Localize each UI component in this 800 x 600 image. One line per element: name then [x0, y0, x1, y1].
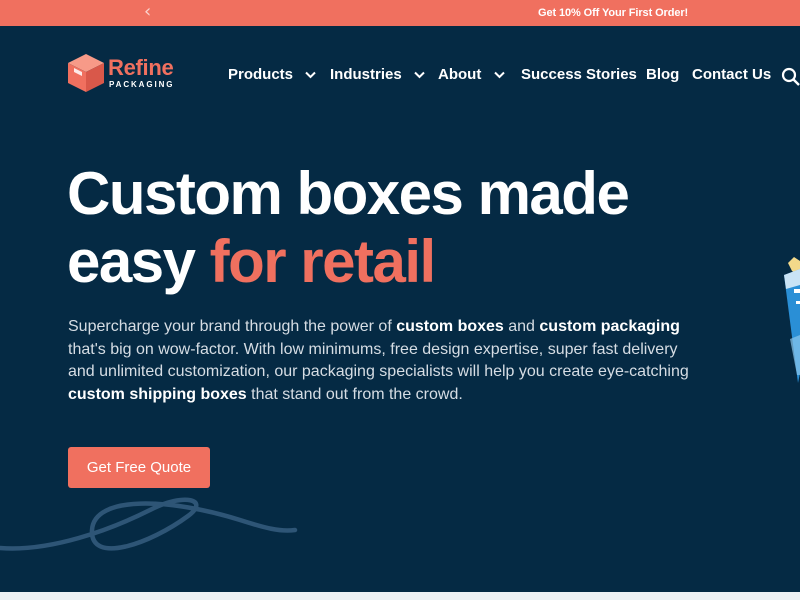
hero-desc-bold: custom shipping boxes — [68, 385, 247, 403]
brand-logo[interactable]: Refine PACKAGING — [67, 53, 192, 93]
hero-desc-text: that's big on wow-factor. With low minim… — [68, 340, 689, 381]
hero-desc-text: that stand out from the crowd. — [246, 385, 463, 403]
nav-industries-label: Industries — [330, 66, 402, 83]
chevron-down-icon — [305, 71, 316, 79]
hero-title-accent: for retail — [209, 228, 437, 295]
hero-desc-bold: custom boxes — [396, 318, 504, 335]
nav-products[interactable]: Products — [228, 66, 316, 83]
decorative-swirl — [0, 497, 298, 551]
promo-prev-arrow-icon[interactable]: ‹ — [144, 2, 151, 22]
hero-title: Custom boxes made easy for retail — [67, 160, 687, 296]
brand-name: Refine — [108, 55, 174, 80]
chevron-down-icon — [493, 71, 505, 79]
hero-description: Supercharge your brand through the power… — [68, 316, 708, 406]
box-logo-icon — [68, 54, 104, 92]
nav-about-label: About — [438, 66, 482, 83]
nav-blog[interactable]: Blog — [646, 66, 679, 83]
nav-industries[interactable]: Industries — [330, 66, 425, 83]
nav-products-label: Products — [228, 66, 294, 83]
hero-desc-text: Supercharge your brand through the power… — [68, 318, 397, 335]
hero-desc-text: and — [503, 318, 540, 335]
chevron-down-icon — [414, 71, 425, 79]
brand-subtitle: PACKAGING — [109, 80, 175, 89]
nav-about[interactable]: About — [438, 66, 505, 83]
search-icon[interactable] — [781, 67, 800, 86]
nav-success-stories[interactable]: Success Stories — [521, 66, 637, 83]
nav-contact[interactable]: Contact Us — [692, 66, 771, 83]
promo-text[interactable]: Get 10% Off Your First Order! — [538, 7, 688, 19]
product-box-image — [784, 257, 800, 383]
promo-bar: ‹ Get 10% Off Your First Order! — [0, 0, 800, 26]
hero-desc-bold: custom packaging — [539, 318, 680, 335]
section-divider — [0, 592, 800, 600]
